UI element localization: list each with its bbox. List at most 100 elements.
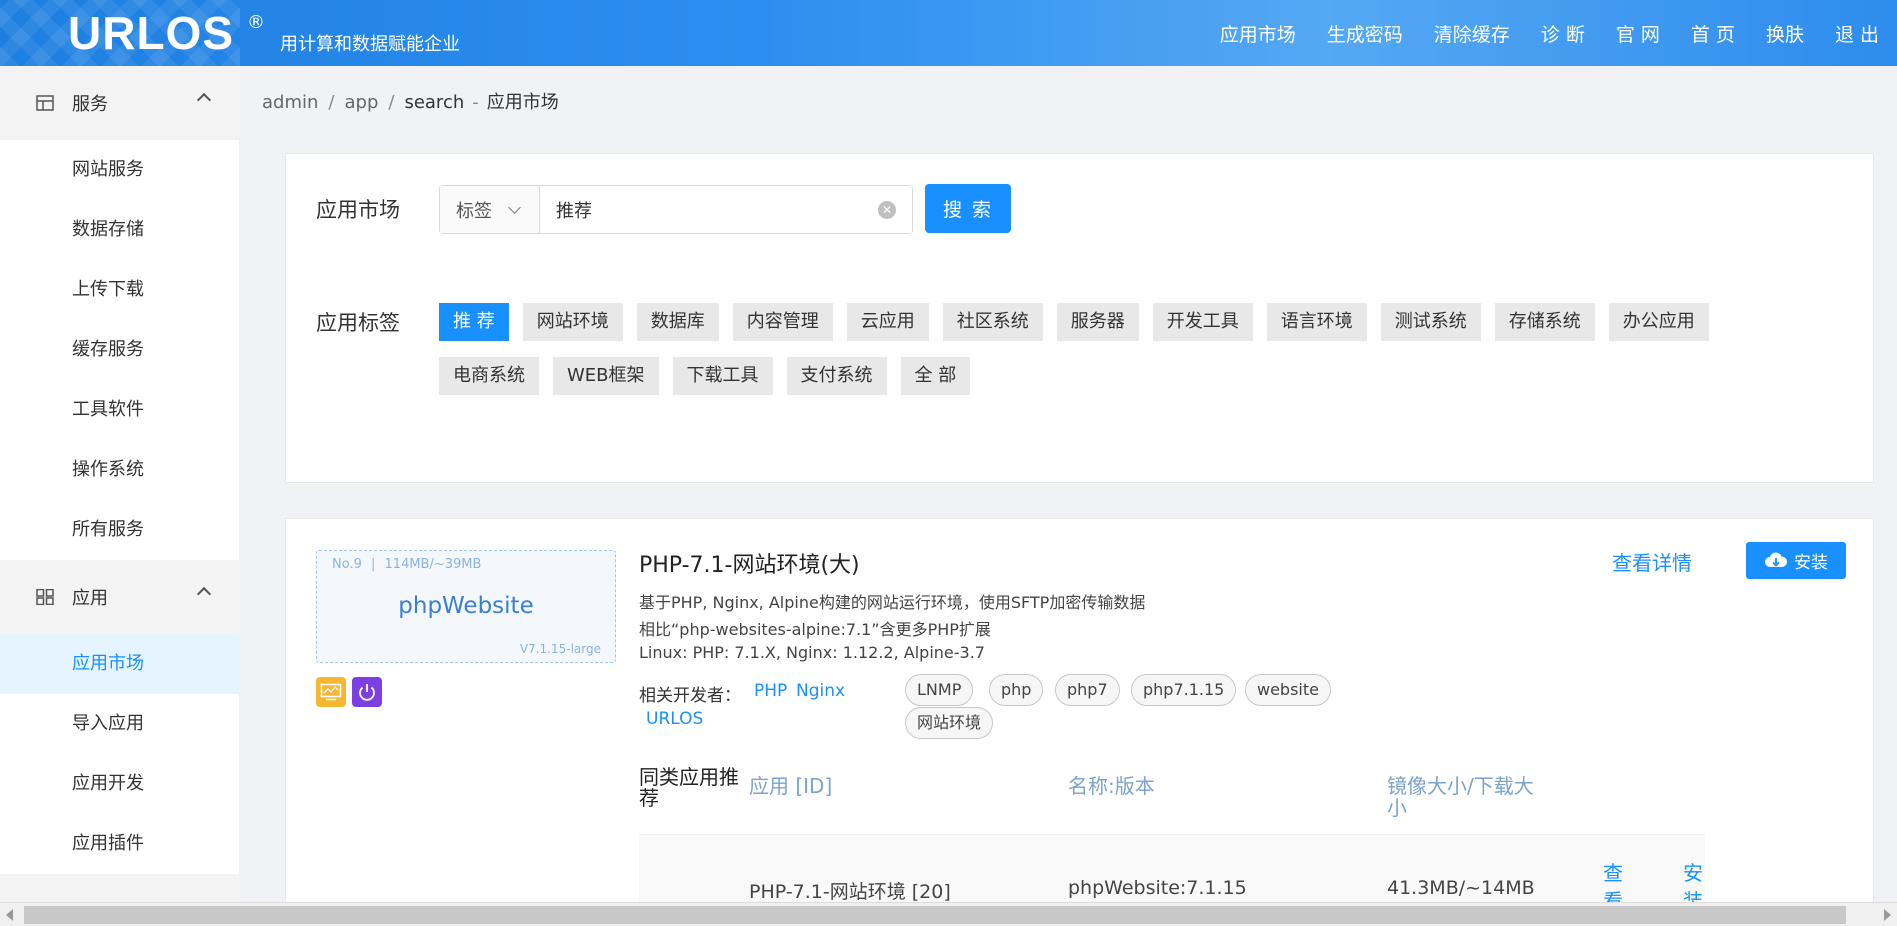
chevron-up-icon — [196, 92, 212, 108]
sidebar-group-services[interactable]: 服务 — [0, 66, 239, 140]
top-header: URLOS ® 用计算和数据赋能企业 应用市场 生成密码 清除缓存 诊 断 官 … — [0, 0, 1897, 66]
row-name-version: phpWebsite:7.1.15 — [1068, 877, 1247, 899]
pill-website-env[interactable]: 网站环境 — [905, 707, 994, 739]
nav-clear-cache[interactable]: 清除缓存 — [1434, 20, 1510, 47]
similar-apps-title: 同类应用推荐 — [639, 765, 739, 810]
thumb-separator: | — [371, 557, 376, 572]
tagline: 用计算和数据赋能企业 — [280, 34, 460, 55]
sidebar-item-app-development[interactable]: 应用开发 — [0, 754, 239, 814]
install-button[interactable]: 安装 — [1746, 542, 1846, 579]
tag-ecommerce[interactable]: 电商系统 — [439, 357, 539, 395]
tag-payment[interactable]: 支付系统 — [786, 357, 887, 395]
tag-office[interactable]: 办公应用 — [1608, 303, 1709, 341]
breadcrumb-separator: / — [328, 92, 335, 113]
developers-label: 相关开发者： — [639, 686, 741, 706]
row-size: 41.3MB/~14MB — [1387, 877, 1535, 899]
logo[interactable]: URLOS — [68, 8, 234, 58]
sidebar-group-label: 应用 — [72, 588, 108, 609]
tag-community[interactable]: 社区系统 — [942, 303, 1043, 341]
tag-download-tools[interactable]: 下载工具 — [672, 357, 773, 395]
col-header-app: 应用 [ID] — [749, 774, 833, 798]
thumb-app-name: phpWebsite — [398, 593, 534, 619]
monitor-icon[interactable] — [316, 677, 346, 707]
tag-list: 推 荐网站环境 数据库 内容管理 云应用 社区系统 服务器 开发工具 语言环境 测试系统 存储系统… — [439, 303, 1839, 411]
sidebar-item-data-storage[interactable]: 数据存储 — [0, 200, 239, 260]
app-description-1: 基于PHP, Nginx, Alpine构建的网站运行环境，使用SFTP加密传输… — [639, 593, 1146, 612]
sidebar-item-operating-systems[interactable]: 操作系统 — [0, 440, 239, 500]
clear-icon[interactable]: ✕ — [878, 201, 896, 219]
cloud-download-icon — [1765, 551, 1788, 567]
search-type-value: 标签 — [456, 200, 492, 222]
developer-nginx[interactable]: Nginx — [796, 681, 845, 701]
search-box: 标签 ✕ — [439, 185, 913, 234]
thumb-meta: No.9 | 114MB/~39MB — [332, 557, 481, 572]
search-input[interactable] — [540, 186, 912, 233]
top-nav: 应用市场 生成密码 清除缓存 诊 断 官 网 首 页 换肤 退 出 — [1189, 0, 1879, 66]
pill-website[interactable]: website — [1245, 674, 1331, 706]
tag-language-env[interactable]: 语言环境 — [1266, 303, 1367, 341]
nav-app-market[interactable]: 应用市场 — [1220, 20, 1296, 47]
developer-php[interactable]: PHP — [754, 681, 787, 701]
row-app: PHP-7.1-网站环境 [20] — [749, 881, 951, 903]
sidebar-item-website-services[interactable]: 网站服务 — [0, 140, 239, 200]
app-thumbnail[interactable]: No.9 | 114MB/~39MB phpWebsite V7.1.15-la… — [316, 550, 616, 663]
col-header-name: 名称:版本 — [1068, 774, 1155, 798]
thumb-version: V7.1.15-large — [519, 642, 601, 656]
breadcrumb-app[interactable]: app — [344, 92, 378, 113]
pill-php[interactable]: php — [989, 674, 1044, 706]
developer-urlos[interactable]: URLOS — [646, 709, 703, 729]
tag-database[interactable]: 数据库 — [636, 303, 719, 341]
sidebar-item-import-app[interactable]: 导入应用 — [0, 694, 239, 754]
search-card: 应用市场 标签 ✕ 搜 索 应用标签 推 荐网站环境数据库内容管理云应用社区系统… — [285, 153, 1874, 483]
sidebar-group-next[interactable]: 环境 — [0, 874, 239, 902]
scroll-left-arrow-icon[interactable] — [6, 909, 13, 921]
breadcrumb: admin / app / search - 应用市场 — [262, 88, 559, 114]
nav-diagnose[interactable]: 诊 断 — [1541, 20, 1585, 47]
tag-web-framework[interactable]: WEB框架 — [553, 357, 659, 395]
nav-official-site[interactable]: 官 网 — [1616, 20, 1660, 47]
tags-title: 应用标签 — [316, 311, 400, 335]
tag-all[interactable]: 全 部 — [900, 357, 971, 395]
tag-cms[interactable]: 内容管理 — [732, 303, 833, 341]
nav-home[interactable]: 首 页 — [1691, 20, 1735, 47]
sidebar-item-all-services[interactable]: 所有服务 — [0, 500, 239, 560]
search-button[interactable]: 搜 索 — [925, 184, 1011, 233]
tag-server[interactable]: 服务器 — [1056, 303, 1139, 341]
tag-cloud-app[interactable]: 云应用 — [846, 303, 929, 341]
pill-php7[interactable]: php7 — [1055, 674, 1120, 706]
view-details-link[interactable]: 查看详情 — [1612, 547, 1692, 576]
pill-lnmp[interactable]: LNMP — [905, 674, 974, 706]
sidebar-item-upload-download[interactable]: 上传下载 — [0, 260, 239, 320]
nav-generate-password[interactable]: 生成密码 — [1327, 20, 1403, 47]
chevron-down-icon — [508, 201, 521, 214]
sidebar-item-tool-software[interactable]: 工具软件 — [0, 380, 239, 440]
tag-website-env[interactable]: 网站环境 — [522, 303, 623, 341]
scroll-right-arrow-icon[interactable] — [1884, 909, 1891, 921]
sidebar-group-label: 服务 — [72, 94, 108, 115]
sidebar-item-app-plugins[interactable]: 应用插件 — [0, 814, 239, 874]
search-title: 应用市场 — [316, 198, 400, 222]
app-description-3: Linux: PHP: 7.1.X, Nginx: 1.12.2, Alpine… — [639, 643, 985, 662]
tag-dev-tools[interactable]: 开发工具 — [1152, 303, 1253, 341]
pill-php7115[interactable]: php7.1.15 — [1131, 674, 1237, 706]
nav-logout[interactable]: 退 出 — [1835, 20, 1879, 47]
tag-storage[interactable]: 存储系统 — [1494, 303, 1595, 341]
sidebar-item-app-market[interactable]: 应用市场 — [0, 634, 239, 694]
breadcrumb-current: 应用市场 — [486, 92, 559, 113]
scrollbar-thumb[interactable] — [24, 906, 1846, 924]
nav-skin[interactable]: 换肤 — [1766, 20, 1804, 47]
breadcrumb-admin[interactable]: admin — [262, 92, 318, 113]
thumb-number: No.9 — [332, 557, 362, 572]
sidebar-item-cache-services[interactable]: 缓存服务 — [0, 320, 239, 380]
sidebar-group-apps[interactable]: 应用 — [0, 560, 239, 634]
col-header-size: 镜像大小/下载大小 — [1387, 774, 1534, 820]
power-icon[interactable] — [352, 677, 382, 707]
registered-mark: ® — [247, 12, 265, 33]
tag-recommended[interactable]: 推 荐 — [439, 303, 509, 341]
breadcrumb-search: search — [404, 92, 465, 113]
search-type-select[interactable]: 标签 — [440, 186, 540, 233]
tag-testing[interactable]: 测试系统 — [1380, 303, 1481, 341]
horizontal-scrollbar[interactable] — [0, 902, 1897, 926]
app-action-icons — [316, 677, 388, 707]
sidebar: 服务 网站服务 数据存储 上传下载 缓存服务 工具软件 操作系统 所有服务 应用… — [0, 66, 239, 902]
